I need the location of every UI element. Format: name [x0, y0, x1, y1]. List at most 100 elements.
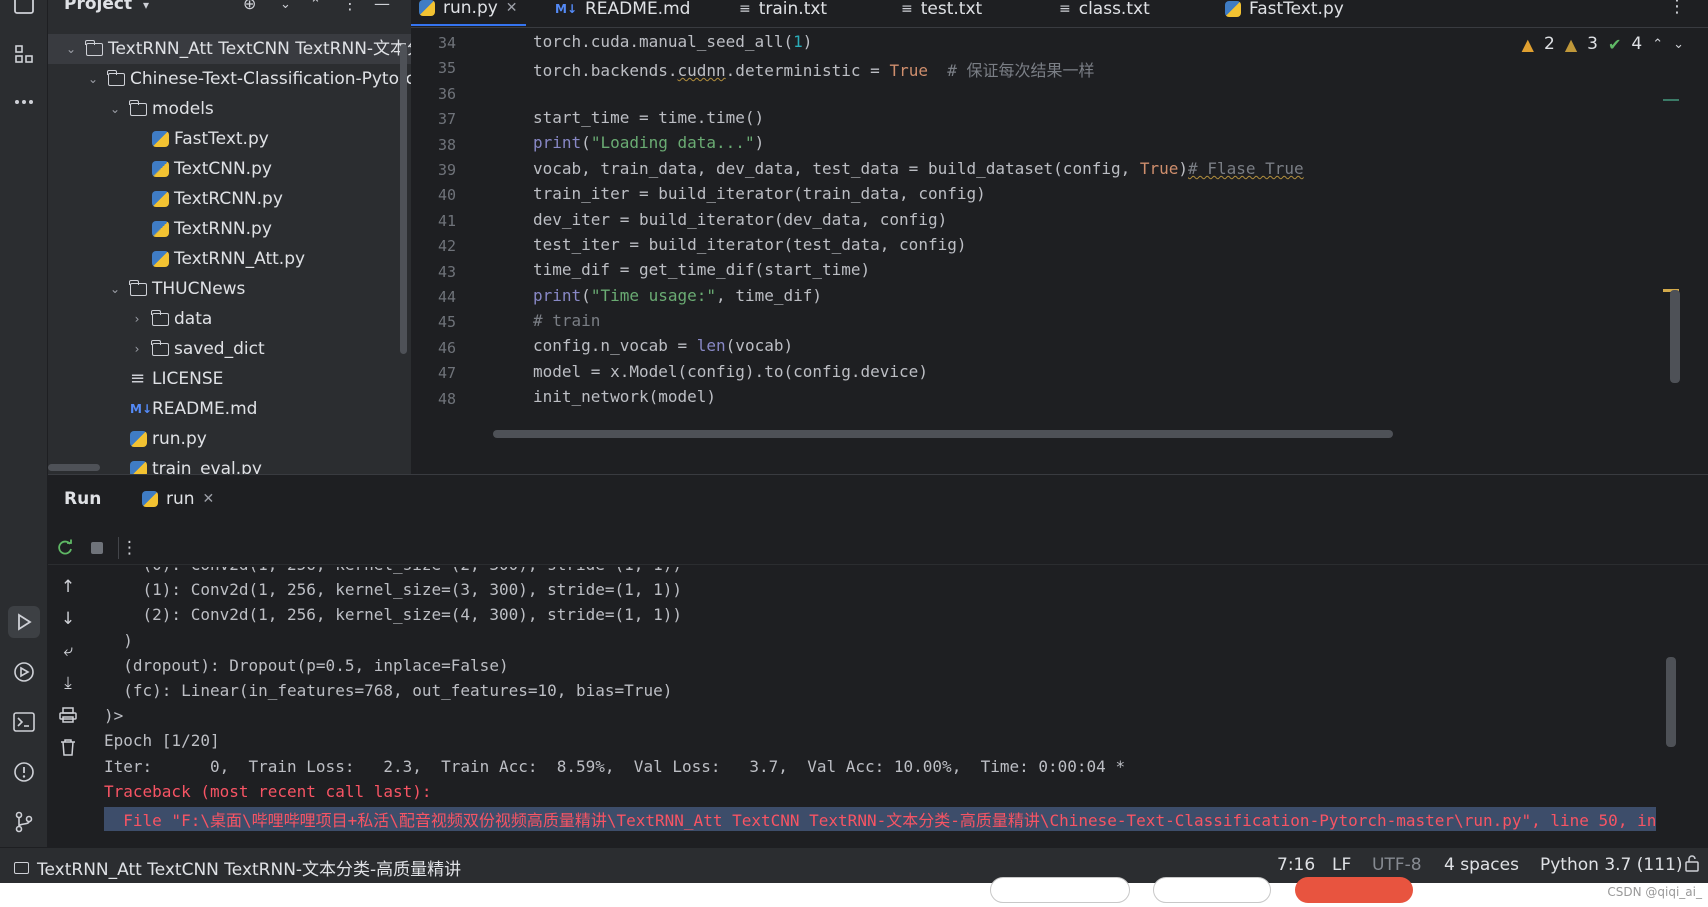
chevron-right-icon[interactable]: › — [130, 304, 144, 334]
editor-tab[interactable]: ≡ class.txt — [1051, 0, 1158, 26]
project-title[interactable]: Project — [64, 0, 132, 14]
chevron-down-icon[interactable]: ⌄ — [64, 34, 78, 64]
run-panel-title: Run — [64, 489, 102, 509]
editor-tab[interactable]: FastText.py — [1217, 0, 1352, 26]
warnings-count-b: 3 — [1587, 34, 1598, 54]
close-icon[interactable]: ✕ — [203, 491, 215, 507]
project-icon[interactable] — [8, 0, 40, 22]
tree-item[interactable]: run.py — [48, 424, 411, 454]
terminal-icon[interactable] — [8, 706, 40, 738]
tree-item-label: train_eval.py — [152, 459, 262, 474]
run-panel-header: Run run ✕ — [48, 475, 1708, 525]
text-file-icon: ≡ — [1059, 1, 1071, 17]
tree-item[interactable]: ⌄ models — [48, 94, 411, 124]
structure-icon[interactable] — [8, 38, 40, 70]
expand-all-icon[interactable]: ⌄ — [280, 0, 291, 12]
previous-highlight-icon[interactable]: ⌃ — [1652, 37, 1663, 52]
status-breadcrumb[interactable]: TextRNN_Att TextCNN TextRNN-文本分类-高质量精讲 — [14, 855, 461, 880]
close-icon[interactable]: ✕ — [506, 0, 518, 16]
editor-tab[interactable]: ≡ test.txt — [893, 0, 990, 26]
project-scrollbar[interactable] — [400, 44, 407, 354]
python-file-icon — [130, 461, 147, 474]
chevron-down-icon[interactable]: ⌄ — [108, 94, 122, 124]
editor-tab[interactable]: M↓ README.md — [547, 0, 698, 26]
editor-vertical-scrollbar[interactable] — [1670, 290, 1680, 383]
console-line: ) — [104, 630, 133, 650]
editor-horizontal-scrollbar[interactable] — [493, 430, 1393, 438]
tree-item-label: LICENSE — [152, 369, 224, 389]
tree-item[interactable]: train_eval.py — [48, 454, 411, 474]
tree-item-label: Chinese-Text-Classification-Pytorch-mast… — [130, 69, 411, 89]
caret-position[interactable]: 7:16 — [1277, 855, 1315, 875]
tree-item[interactable]: TextRNN_Att.py — [48, 244, 411, 274]
editor-tab[interactable]: ≡ train.txt — [731, 0, 835, 26]
more-icon[interactable] — [8, 86, 40, 118]
options-icon[interactable]: ⋮ — [342, 0, 358, 13]
tabs-more-icon[interactable]: ⋮ — [1668, 0, 1686, 17]
tree-item-label: models — [152, 99, 214, 119]
more-options-icon[interactable]: ⋮ — [118, 537, 140, 559]
line-number: 35 — [437, 59, 456, 78]
python-file-icon — [152, 161, 169, 177]
python-file-icon — [130, 431, 147, 447]
print-icon[interactable] — [56, 703, 80, 727]
next-highlight-icon[interactable]: ⌄ — [1673, 37, 1684, 52]
check-icon: ✔ — [1607, 34, 1622, 54]
chevron-down-icon[interactable]: ⌄ — [108, 274, 122, 304]
tree-item[interactable]: TextRNN.py — [48, 214, 411, 244]
scroll-to-end-icon[interactable]: ⤓ — [56, 671, 80, 695]
tree-item[interactable]: M↓ README.md — [48, 394, 411, 424]
python-file-icon — [152, 251, 169, 267]
inspections-widget[interactable]: ▲ 2 ▲ 3 ✔ 4 ⌃ ⌄ — [1522, 34, 1684, 54]
problems-icon[interactable] — [8, 756, 40, 788]
python-interpreter[interactable]: Python 3.7 (111) — [1540, 855, 1682, 875]
markdown-file-icon: M↓ — [130, 402, 152, 416]
chevron-right-icon[interactable]: › — [130, 334, 144, 364]
line-number: 38 — [437, 135, 456, 154]
line-separator[interactable]: LF — [1332, 855, 1351, 875]
tree-item[interactable]: ⌄ THUCNews — [48, 274, 411, 304]
run-config-tab[interactable]: run ✕ — [132, 481, 224, 517]
tree-item[interactable]: ⌄ Chinese-Text-Classification-Pytorch-mas… — [48, 64, 411, 94]
collapse-all-icon[interactable]: ⌃ — [310, 0, 321, 12]
tree-item[interactable]: › data — [48, 304, 411, 334]
hide-panel-icon[interactable]: — — [374, 0, 390, 13]
chevron-down-icon[interactable]: ⌄ — [86, 64, 100, 94]
project-horizontal-scrollbar[interactable] — [48, 464, 100, 471]
soft-wrap-icon[interactable]: ⤶ — [56, 639, 80, 663]
trash-icon[interactable] — [56, 735, 80, 759]
services-icon[interactable] — [8, 656, 40, 688]
arrow-down-icon[interactable]: ↓ — [56, 607, 80, 631]
tree-item-label: TextRNN.py — [174, 219, 272, 239]
folder-icon — [151, 340, 169, 356]
folder-icon — [14, 861, 29, 874]
code-line-39: vocab, train_data, dev_data, test_data =… — [533, 159, 1304, 178]
run-icon[interactable] — [8, 606, 40, 638]
change-marker[interactable] — [1663, 99, 1679, 101]
console-output[interactable]: (0): Conv2d(1, 256, kernel_size=(2, 300)… — [88, 567, 1708, 848]
arrow-up-icon[interactable]: ↑ — [56, 575, 80, 599]
editor-tab-label: test.txt — [920, 0, 983, 19]
run-side-toolbar: ↑ ↓ ⤶ ⤓ — [48, 567, 88, 848]
folder-icon — [129, 100, 147, 116]
tree-item[interactable]: ⌄ TextRNN_Att TextCNN TextRNN-文本分类-高质量精讲 — [48, 34, 411, 64]
console-scrollbar[interactable] — [1666, 657, 1676, 747]
target-icon[interactable]: ⊕ — [243, 0, 256, 13]
file-encoding[interactable]: UTF-8 — [1372, 855, 1422, 875]
text-file-icon: ≡ — [901, 1, 913, 17]
rerun-icon[interactable] — [54, 537, 76, 559]
indent-setting[interactable]: 4 spaces — [1444, 855, 1519, 875]
tree-item[interactable]: ≡ LICENSE — [48, 364, 411, 394]
tree-item[interactable]: › saved_dict — [48, 334, 411, 364]
git-icon[interactable] — [8, 806, 40, 838]
tree-item[interactable]: FastText.py — [48, 124, 411, 154]
chevron-down-icon[interactable]: ▾ — [143, 0, 149, 12]
tree-item[interactable]: TextCNN.py — [48, 154, 411, 184]
editor-tab[interactable]: run.py ✕ — [411, 0, 526, 26]
stop-icon[interactable] — [86, 537, 108, 559]
line-number: 40 — [437, 186, 456, 205]
lock-icon[interactable] — [1684, 854, 1700, 876]
code-line-47: model = x.Model(config).to(config.device… — [533, 362, 928, 381]
console-line: (fc): Linear(in_features=768, out_featur… — [104, 681, 673, 700]
tree-item[interactable]: TextRCNN.py — [48, 184, 411, 214]
